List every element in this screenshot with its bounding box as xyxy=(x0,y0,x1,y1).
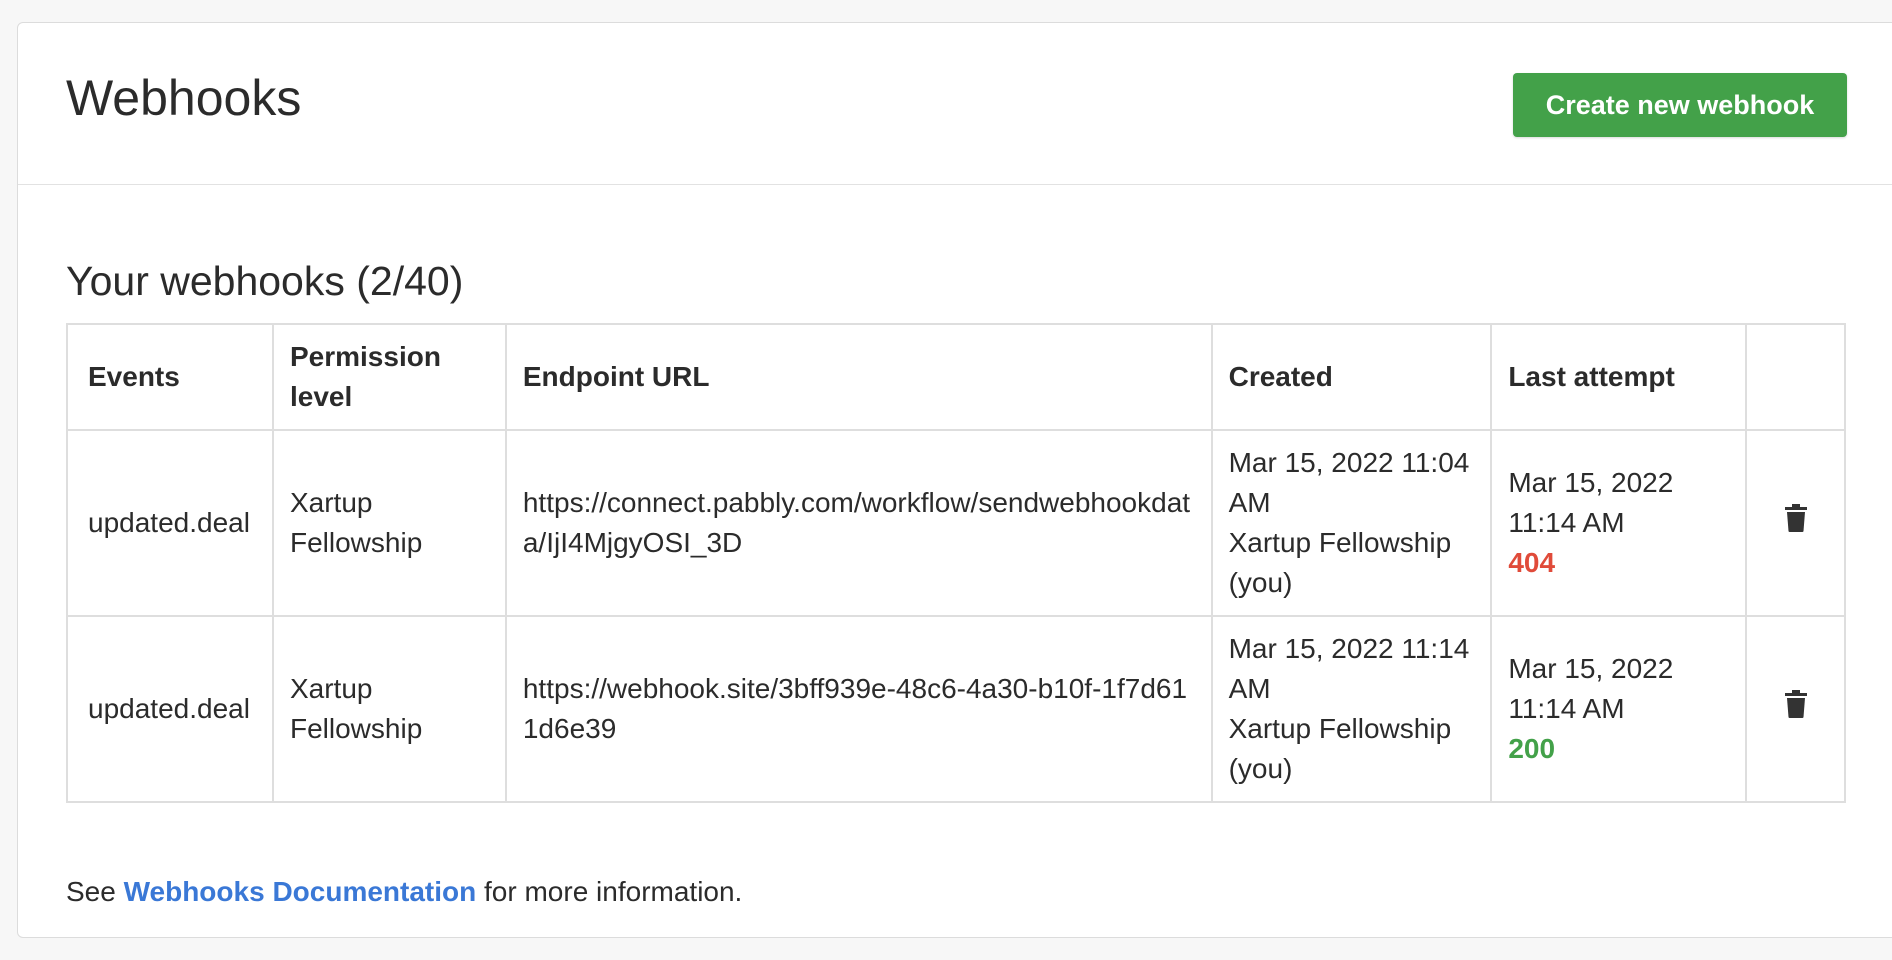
created-by: Xartup Fellowship (you) xyxy=(1228,713,1452,784)
webhooks-table: Events Permission level Endpoint URL Cre… xyxy=(66,323,1846,803)
endpoint-url: https://webhook.site/3bff939e-48c6-4a30-… xyxy=(522,673,1188,744)
table-row: updated.deal Xartup Fellowship https://w… xyxy=(66,615,1846,803)
delete-webhook-button[interactable] xyxy=(1781,504,1811,536)
last-attempt-cell: Mar 15, 2022 11:14 AM 404 xyxy=(1490,429,1748,617)
footer-suffix: for more information. xyxy=(484,876,743,907)
endpoint-url: https://connect.pabbly.com/workflow/send… xyxy=(522,487,1191,558)
permission-cell: Xartup Fellowship xyxy=(271,429,507,617)
last-attempt-date: Mar 15, 2022 11:14 AM xyxy=(1508,653,1674,724)
last-attempt-status: 404 xyxy=(1508,547,1556,578)
card-header: Webhooks Create new webhook xyxy=(18,23,1892,185)
last-attempt-cell: Mar 15, 2022 11:14 AM 200 xyxy=(1490,615,1748,803)
webhooks-card: Webhooks Create new webhook Your webhook… xyxy=(17,22,1892,938)
delete-cell xyxy=(1745,615,1846,803)
page-title: Webhooks xyxy=(66,70,302,126)
create-new-webhook-button[interactable]: Create new webhook xyxy=(1513,73,1847,137)
endpoint-url-cell: https://connect.pabbly.com/workflow/send… xyxy=(504,429,1213,617)
event-cell: updated.deal xyxy=(66,615,274,803)
column-header-actions xyxy=(1745,323,1846,431)
endpoint-url-cell: https://webhook.site/3bff939e-48c6-4a30-… xyxy=(504,615,1213,803)
permission-cell: Xartup Fellowship xyxy=(271,615,507,803)
table-row: updated.deal Xartup Fellowship https://c… xyxy=(66,429,1846,617)
last-attempt-date: Mar 15, 2022 11:14 AM xyxy=(1508,467,1674,538)
last-attempt-status: 200 xyxy=(1508,733,1556,764)
column-header-created: Created xyxy=(1210,323,1493,431)
footer-note: See Webhooks Documentation for more info… xyxy=(66,875,742,909)
delete-webhook-button[interactable] xyxy=(1781,690,1811,722)
column-header-events: Events xyxy=(66,323,274,431)
created-date: Mar 15, 2022 11:04 AM xyxy=(1228,447,1470,518)
column-header-permission-level: Permission level xyxy=(271,323,507,431)
created-by: Xartup Fellowship (you) xyxy=(1228,527,1452,598)
footer-prefix: See xyxy=(66,876,116,907)
column-header-last-attempt: Last attempt xyxy=(1490,323,1748,431)
created-cell: Mar 15, 2022 11:04 AM Xartup Fellowship … xyxy=(1210,429,1493,617)
trash-icon xyxy=(1784,504,1807,532)
webhooks-documentation-link[interactable]: Webhooks Documentation xyxy=(124,876,477,907)
trash-icon xyxy=(1784,690,1807,718)
event-cell: updated.deal xyxy=(66,429,274,617)
created-date: Mar 15, 2022 11:14 AM xyxy=(1228,633,1470,704)
created-cell: Mar 15, 2022 11:14 AM Xartup Fellowship … xyxy=(1210,615,1493,803)
column-header-endpoint-url: Endpoint URL xyxy=(504,323,1213,431)
table-header-row: Events Permission level Endpoint URL Cre… xyxy=(66,323,1846,431)
section-title: Your webhooks (2/40) xyxy=(66,258,464,304)
delete-cell xyxy=(1745,429,1846,617)
